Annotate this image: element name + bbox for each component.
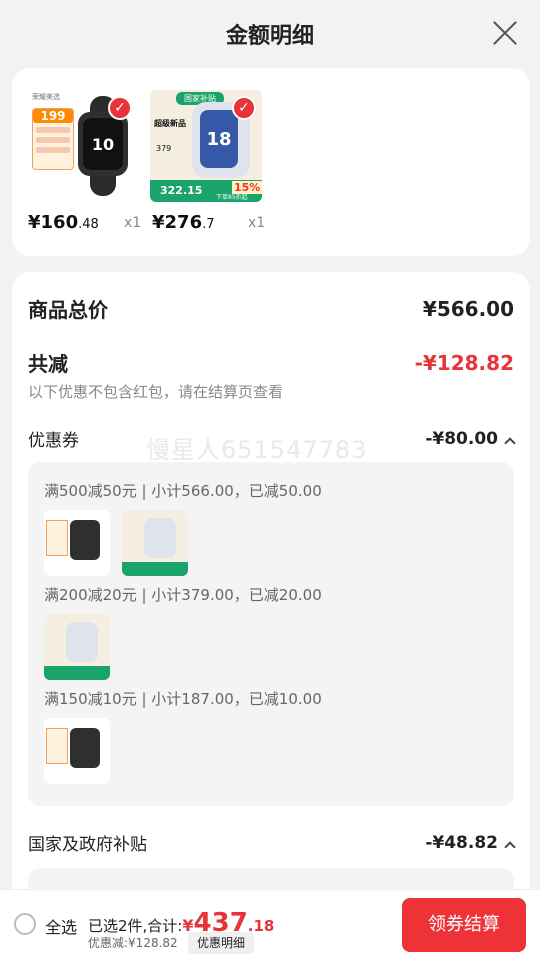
coupon-tier-1: 满500减50元 | 小计566.00，已减50.00 bbox=[44, 482, 322, 500]
watch-image: 10 bbox=[78, 112, 128, 176]
subsidy-banner: 322.15 15% 下单85折起 bbox=[150, 180, 262, 202]
super-new-label: 超级新品 bbox=[154, 119, 186, 128]
watch-screen: 10 bbox=[83, 118, 123, 170]
subsidy-value: -¥48.82 bbox=[425, 832, 498, 853]
page-title: 金额明细 bbox=[225, 24, 314, 49]
coupon-tier-2: 满200减20元 | 小计379.00，已减20.00 bbox=[44, 586, 322, 604]
reduce-value: -¥128.82 bbox=[414, 350, 514, 375]
total-price-label: 商品总价 bbox=[28, 298, 108, 322]
product-price-1: ¥160.48 bbox=[28, 212, 99, 233]
product-price-2: ¥276.7 bbox=[152, 212, 215, 233]
product-qty-1: x1 bbox=[124, 215, 142, 231]
discount-summary: 优惠减:¥128.82 bbox=[88, 936, 178, 950]
reduce-row: 共减 -¥128.82 bbox=[28, 348, 514, 377]
subsidy-value-group[interactable]: -¥48.82 bbox=[425, 832, 516, 853]
total-price-value: ¥566.00 bbox=[422, 296, 514, 321]
price-badge: 199 bbox=[32, 108, 74, 170]
subsidy-row[interactable]: 国家及政府补贴 -¥48.82 bbox=[28, 830, 516, 855]
selected-check-icon[interactable]: ✓ bbox=[232, 96, 256, 120]
discount-note: 下单85折起 bbox=[216, 194, 248, 201]
coupon-value-group[interactable]: -¥80.00 bbox=[425, 428, 516, 449]
coupon-label: 优惠券 bbox=[28, 431, 79, 451]
coupon-detail-box: 满500减50元 | 小计566.00，已减50.00 满200减20元 | 小… bbox=[28, 462, 514, 806]
promo-note: 以下优惠不包含红包，请在结算页查看 bbox=[28, 383, 284, 401]
total-price-row: 商品总价 ¥566.00 bbox=[28, 294, 514, 323]
amount-detail-card: 商品总价 ¥566.00 共减 -¥128.82 以下优惠不包含红包，请在结算页… bbox=[12, 272, 530, 959]
brand-label: 荣耀美选 bbox=[32, 93, 60, 101]
checkout-bar: 全选 已选2件,合计:¥437.18 优惠减:¥128.82 优惠明细 领券结算 bbox=[0, 889, 540, 959]
watermark: 慢星人651547783 bbox=[146, 436, 368, 464]
coupon-value: -¥80.00 bbox=[425, 428, 498, 449]
subsidy-price: 322.15 bbox=[160, 184, 203, 197]
select-all-label[interactable]: 全选 bbox=[45, 914, 77, 938]
header: 金额明细 bbox=[0, 0, 540, 66]
watch-screen: 18 bbox=[200, 110, 238, 168]
tier-product-thumbnail bbox=[44, 718, 110, 784]
checkout-button[interactable]: 领券结算 bbox=[402, 898, 526, 952]
close-icon[interactable] bbox=[492, 20, 518, 46]
tier-product-thumbnail bbox=[122, 510, 188, 576]
subsidy-label: 国家及政府补贴 bbox=[28, 835, 147, 855]
tier-product-thumbnail bbox=[44, 614, 110, 680]
discount-detail-button[interactable]: 优惠明细 bbox=[188, 932, 255, 954]
product-qty-2: x1 bbox=[248, 215, 266, 231]
tier-product-thumbnail bbox=[44, 510, 110, 576]
chevron-up-icon[interactable] bbox=[504, 840, 516, 853]
product-card: 荣耀美选 199 10 ✓ 国家补贴 超级新品 379 18 322.15 15… bbox=[12, 68, 530, 256]
chevron-up-icon[interactable] bbox=[504, 436, 516, 449]
reduce-label: 共减 bbox=[28, 352, 68, 376]
selected-count-text: 已选2件,合计: bbox=[88, 917, 183, 935]
badge-price: 199 bbox=[33, 109, 73, 123]
selected-check-icon[interactable]: ✓ bbox=[108, 96, 132, 120]
select-all-radio[interactable] bbox=[14, 913, 36, 935]
coupon-tier-3: 满150减10元 | 小计187.00，已减10.00 bbox=[44, 690, 322, 708]
small-price: 379 bbox=[156, 144, 172, 153]
